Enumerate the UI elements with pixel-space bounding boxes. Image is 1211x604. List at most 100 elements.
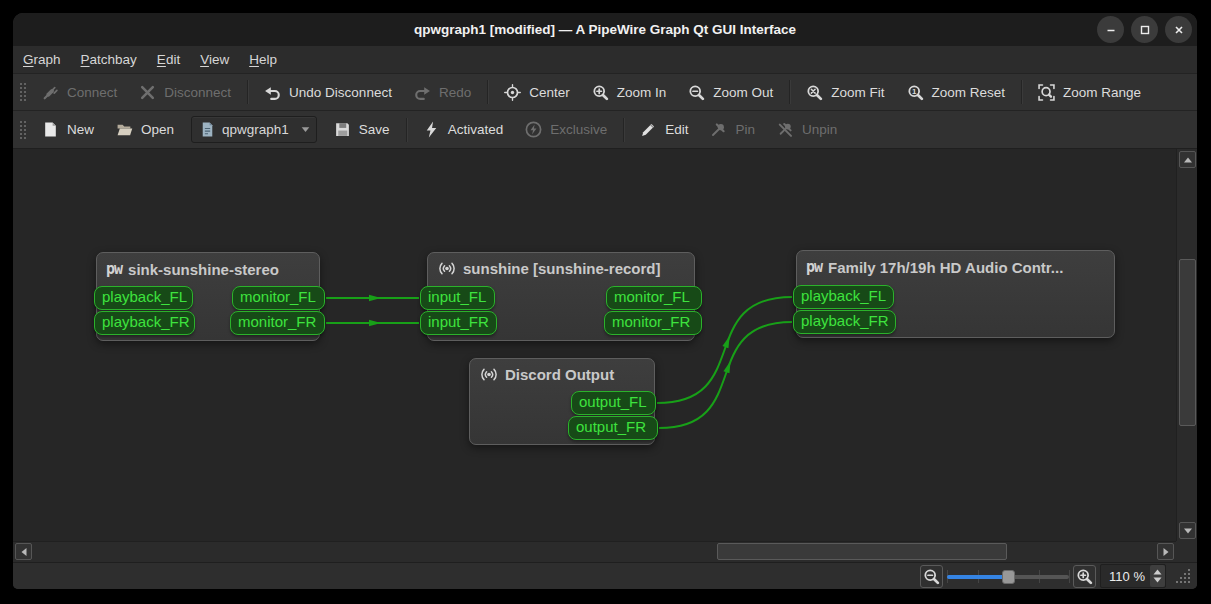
titlebar[interactable]: qpwgraph1 [modified] — A PipeWire Graph …	[13, 13, 1197, 46]
port-input_FR[interactable]: input_FR	[420, 311, 497, 335]
port-monitor_FL[interactable]: monitor_FL	[232, 286, 325, 310]
arrow-left-icon	[19, 547, 29, 557]
toolbar-label: Zoom Range	[1063, 85, 1141, 100]
toolbar-undo-disconnect-button[interactable]: Undo Disconnect	[253, 77, 403, 107]
zoom-spinbox[interactable]: 110 %	[1100, 564, 1166, 588]
port-input_FL[interactable]: input_FL	[420, 286, 495, 310]
toolbar-zoom-range-button[interactable]: Zoom Range	[1027, 77, 1152, 107]
zoom-value: 110 %	[1109, 569, 1150, 584]
toolbar-separator	[1021, 80, 1022, 104]
port-playback_FL[interactable]: playback_FL	[793, 285, 894, 309]
menu-view[interactable]: View	[190, 48, 239, 71]
vertical-scrollbar[interactable]	[1176, 149, 1197, 541]
resize-grip[interactable]	[1172, 567, 1192, 585]
redo-icon	[414, 84, 431, 101]
spinbox-arrows[interactable]	[1150, 565, 1165, 587]
toolbar-zoom-fit-button[interactable]: Zoom Fit	[795, 77, 895, 107]
port-label: monitor_FL	[240, 288, 316, 305]
menu-graph[interactable]: Graph	[13, 48, 71, 71]
maximize-button[interactable]	[1131, 16, 1158, 43]
toolbar-pin-button[interactable]: Pin	[699, 115, 766, 145]
port-label: monitor_FL	[614, 288, 690, 305]
toolbar-activated-button[interactable]: Activated	[412, 115, 515, 145]
toolbar-handle[interactable]	[19, 81, 27, 103]
save-icon	[334, 121, 351, 138]
port-playback_FR[interactable]: playback_FR	[793, 310, 896, 334]
port-output_FR[interactable]: output_FR	[568, 416, 658, 440]
menu-patchbay[interactable]: Patchbay	[71, 48, 147, 71]
toolbar-label: Save	[359, 122, 390, 137]
toolbar-unpin-button[interactable]: Unpin	[766, 115, 848, 145]
port-output_FL[interactable]: output_FL	[571, 391, 656, 415]
pin-icon	[710, 121, 727, 138]
menu-edit[interactable]: Edit	[147, 48, 190, 71]
close-icon	[1171, 22, 1187, 38]
toolbar-zoom-out-button[interactable]: Zoom Out	[677, 77, 784, 107]
toolbar-zoom-in-button[interactable]: Zoom In	[581, 77, 678, 107]
edge-arrow	[722, 335, 732, 348]
toolbar-label: Disconnect	[164, 85, 231, 100]
graph-viewport[interactable]: pwsink-sunshine-stereoplayback_FLplaybac…	[13, 149, 1176, 541]
node-title: sunshine [sunshine-record]	[428, 253, 694, 277]
toolbar-redo-button[interactable]: Redo	[403, 77, 482, 107]
port-label: output_FL	[579, 393, 647, 410]
port-monitor_FR[interactable]: monitor_FR	[230, 311, 325, 335]
zoom-slider-handle[interactable]	[1002, 570, 1015, 584]
minimize-button[interactable]	[1097, 16, 1124, 43]
node-title-text: Family 17h/19h HD Audio Contr...	[828, 259, 1063, 276]
node-title-text: sunshine [sunshine-record]	[463, 260, 661, 277]
toolbar-label: Redo	[439, 85, 471, 100]
svg-text:1: 1	[912, 87, 917, 96]
edit-icon	[640, 121, 657, 138]
horizontal-scrollbar[interactable]	[13, 541, 1176, 562]
toolbar-patchbay: New Open qpwgraph1 Save Activated Exclusi…	[13, 110, 1197, 148]
toolbar-open-button[interactable]: Open	[105, 115, 185, 145]
toolbar-handle[interactable]	[19, 119, 27, 141]
statusbar-zoom-in-button[interactable]	[1073, 565, 1096, 588]
port-label: playback_FR	[102, 313, 190, 330]
toolbar-new-button[interactable]: New	[31, 115, 105, 145]
toolbar-label: Connect	[67, 85, 117, 100]
port-playback_FL[interactable]: playback_FL	[94, 286, 193, 310]
node-title-text: sink-sunshine-stereo	[128, 261, 279, 278]
close-button[interactable]	[1165, 16, 1192, 43]
toolbar-connect-button[interactable]: Connect	[31, 77, 128, 107]
toolbar-exclusive-button[interactable]: Exclusive	[514, 115, 618, 145]
toolbar-separator	[487, 80, 488, 104]
window-title: qpwgraph1 [modified] — A PipeWire Graph …	[414, 22, 796, 37]
zoom-slider-fill	[947, 575, 1008, 579]
exclusive-icon	[525, 121, 542, 138]
node-title: Discord Output	[470, 359, 654, 383]
pipewire-icon: pw	[806, 258, 822, 276]
port-playback_FR[interactable]: playback_FR	[94, 311, 195, 335]
toolbar-save-button[interactable]: Save	[323, 115, 401, 145]
statusbar-zoom-out-button[interactable]	[920, 565, 943, 588]
patchbay-profile-combobox[interactable]: qpwgraph1	[191, 116, 317, 143]
port-monitor_FR[interactable]: monitor_FR	[604, 311, 702, 335]
stream-icon	[437, 260, 457, 277]
zoom-reset-icon: 1	[907, 84, 924, 101]
node-title: pw Family 17h/19h HD Audio Contr...	[797, 251, 1114, 276]
hscroll-thumb[interactable]	[717, 543, 1007, 560]
edge-arrow	[369, 320, 381, 326]
toolbar-disconnect-button[interactable]: Disconnect	[128, 77, 242, 107]
zoom-slider[interactable]	[947, 565, 1069, 588]
slider-tick	[1069, 570, 1070, 583]
center-icon	[504, 84, 521, 101]
vscroll-thumb[interactable]	[1179, 259, 1196, 426]
port-label: monitor_FR	[238, 313, 316, 330]
toolbar-zoom-reset-button[interactable]: 1Zoom Reset	[896, 77, 1017, 107]
zoom-in-icon	[1076, 568, 1093, 585]
port-label: input_FR	[428, 313, 489, 330]
port-label: playback_FL	[801, 287, 886, 304]
menu-help[interactable]: Help	[239, 48, 287, 71]
port-label: input_FL	[428, 288, 486, 305]
toolbar-center-button[interactable]: Center	[493, 77, 581, 107]
scroll-up-button[interactable]	[1179, 151, 1196, 168]
scroll-down-button[interactable]	[1179, 522, 1196, 539]
scroll-left-button[interactable]	[15, 543, 32, 560]
toolbar-edit-button[interactable]: Edit	[629, 115, 699, 145]
scroll-right-button[interactable]	[1157, 543, 1174, 560]
arrow-up-icon	[1183, 155, 1193, 165]
port-monitor_FL[interactable]: monitor_FL	[606, 286, 702, 310]
